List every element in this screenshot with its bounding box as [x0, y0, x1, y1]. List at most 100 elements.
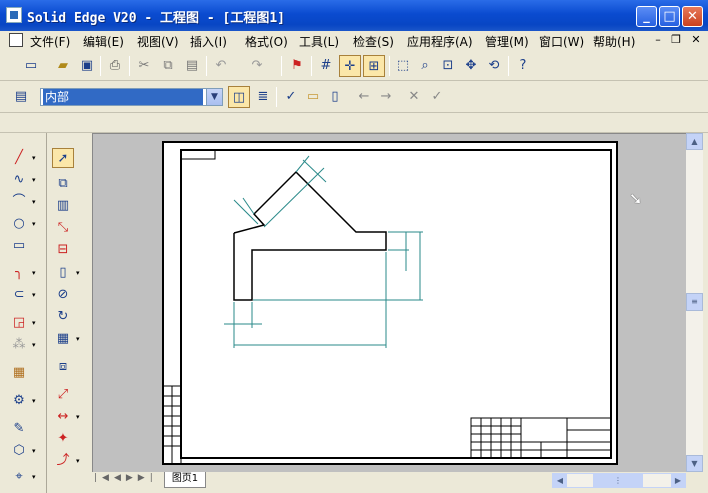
print-icon[interactable]: ⎙ — [104, 55, 126, 77]
curve-icon[interactable]: ∿ — [8, 170, 30, 190]
scroll-right-icon[interactable]: ▶ — [671, 474, 685, 487]
broken-view-icon[interactable]: ▯ — [52, 263, 74, 283]
layer-properties-icon[interactable]: ▤ — [10, 86, 32, 108]
menu-file[interactable]: 文件(F) — [30, 33, 70, 49]
new-file-icon[interactable]: ▭ — [20, 55, 42, 77]
chevron-down-icon[interactable]: ▾ — [32, 263, 38, 283]
chevron-down-icon[interactable]: ▾ — [32, 467, 38, 487]
close-button[interactable]: ✕ — [682, 6, 703, 27]
scroll-up-icon[interactable]: ▲ — [686, 133, 703, 150]
cut-icon[interactable]: ✂ — [133, 55, 155, 77]
pattern-icon[interactable]: ⁂ — [8, 335, 30, 355]
fill-icon[interactable]: ▦ — [8, 363, 30, 383]
accept-icon[interactable]: ✓ — [426, 86, 448, 108]
circle-icon[interactable]: ○ — [8, 214, 30, 234]
menu-manage[interactable]: 管理(M) — [485, 33, 529, 49]
scroll-down-icon[interactable]: ▼ — [686, 455, 703, 472]
doc-minimize-button[interactable]: – — [650, 32, 666, 48]
sheet-nav-arrows-icon[interactable]: |◀◀▶▶| — [94, 473, 160, 487]
line-icon[interactable]: ╱ — [8, 148, 30, 168]
show-layer-icon[interactable]: ▭ — [302, 86, 324, 108]
chevron-down-icon[interactable]: ▾ — [76, 451, 82, 471]
horizontal-scrollbar[interactable]: ◀ ⋮ ▶ — [552, 473, 686, 488]
menu-window[interactable]: 窗口(W) — [539, 33, 584, 49]
rotate-view-icon[interactable]: ↻ — [52, 307, 74, 327]
next-layer-icon[interactable]: → — [375, 86, 397, 108]
fillet-icon[interactable]: ╮ — [8, 263, 30, 283]
grid-icon[interactable]: # — [315, 55, 337, 77]
layer-select[interactable]: 内部 ▼ — [40, 88, 223, 106]
scroll-thumb[interactable]: ⋮ — [593, 474, 643, 487]
menu-format[interactable]: 格式(O) — [245, 33, 288, 49]
drawing-sheet[interactable] — [93, 134, 686, 472]
undo-icon[interactable]: ↶ — [210, 55, 232, 77]
snap-icon[interactable]: ✛ — [339, 55, 361, 77]
offset-icon[interactable]: ◲ — [8, 313, 30, 333]
chevron-down-icon[interactable]: ▾ — [32, 391, 38, 411]
doc-restore-button[interactable]: ❐ — [668, 32, 684, 48]
leader-icon[interactable]: ⤴ — [52, 451, 74, 471]
maximize-button[interactable]: □ — [659, 6, 680, 27]
parts-list-icon[interactable]: ⧈ — [52, 357, 74, 377]
edit-icon[interactable]: ✎ — [8, 419, 30, 439]
table-icon[interactable]: ▦ — [52, 329, 74, 349]
solid-icon[interactable]: ⬡ — [8, 441, 30, 461]
intellisketch-icon[interactable]: ⊞ — [363, 55, 385, 77]
scroll-left-icon[interactable]: ◀ — [553, 474, 567, 487]
chevron-down-icon[interactable]: ▾ — [32, 335, 38, 355]
chevron-down-icon[interactable]: ▾ — [32, 313, 38, 333]
view-wizard-icon[interactable]: ⧉ — [52, 174, 74, 194]
menu-insert[interactable]: 插入(I) — [190, 33, 227, 49]
chevron-down-icon[interactable]: ▾ — [32, 441, 38, 461]
section-view-icon[interactable]: ⊟ — [52, 240, 74, 260]
fit-icon[interactable]: ⊡ — [437, 55, 459, 77]
menu-view[interactable]: 视图(V) — [137, 33, 179, 49]
menu-tools[interactable]: 工具(L) — [299, 33, 339, 49]
previous-layer-icon[interactable]: ← — [353, 86, 375, 108]
chevron-down-icon[interactable]: ▾ — [76, 407, 82, 427]
select-arrow-icon[interactable]: ➚ — [52, 148, 74, 168]
check-layer-icon[interactable]: ✓ — [280, 86, 302, 108]
zoom-icon[interactable]: ⌕ — [414, 55, 436, 77]
smart-dimension-icon[interactable]: ↔ — [52, 407, 74, 427]
scroll-thumb[interactable]: ≡ — [686, 293, 703, 311]
chevron-down-icon[interactable]: ▾ — [32, 192, 38, 212]
flag-icon[interactable]: ⚑ — [286, 55, 308, 77]
principal-view-icon[interactable]: ▥ — [52, 196, 74, 216]
symbol-icon[interactable]: ⚙ — [8, 391, 30, 411]
layer-active-icon[interactable]: ◫ — [228, 86, 250, 108]
doc-close-button[interactable]: ✕ — [688, 32, 704, 48]
menu-help[interactable]: 帮助(H) — [593, 33, 635, 49]
menu-applications[interactable]: 应用程序(A) — [407, 33, 473, 49]
drawing-canvas[interactable]: ➘ — [92, 133, 686, 472]
rectangle-icon[interactable]: ▭ — [8, 236, 30, 256]
vertical-scrollbar[interactable]: ▲ ≡ ▼ — [686, 133, 703, 472]
menu-edit[interactable]: 编辑(E) — [83, 33, 124, 49]
arc-icon[interactable]: ⌒ — [8, 192, 30, 212]
minimize-button[interactable]: _ — [636, 6, 657, 27]
document-icon[interactable] — [9, 33, 23, 47]
solid-edge-app-icon[interactable] — [6, 7, 22, 23]
dimension-icon[interactable]: ⤢ — [52, 385, 74, 405]
hide-layer-icon[interactable]: ▯ — [324, 86, 346, 108]
pan-icon[interactable]: ✥ — [460, 55, 482, 77]
copy-icon[interactable]: ⧉ — [157, 55, 179, 77]
chevron-down-icon[interactable]: ▾ — [32, 214, 38, 234]
chevron-down-icon[interactable]: ▾ — [32, 148, 38, 168]
layer-stack-icon[interactable]: ≣ — [252, 86, 274, 108]
trim-icon[interactable]: ⊂ — [8, 285, 30, 305]
paste-icon[interactable]: ▤ — [181, 55, 203, 77]
zoom-area-icon[interactable]: ⬚ — [392, 55, 414, 77]
auxiliary-view-icon[interactable]: ⤡ — [52, 218, 74, 238]
cancel-icon[interactable]: ✕ — [403, 86, 425, 108]
view-orient-icon[interactable]: ⟲ — [483, 55, 505, 77]
open-folder-icon[interactable]: ▰ — [52, 55, 74, 77]
chevron-down-icon[interactable]: ▼ — [206, 89, 222, 105]
redo-icon[interactable]: ↷ — [246, 55, 268, 77]
chevron-down-icon[interactable]: ▾ — [32, 170, 38, 190]
detail-view-icon[interactable]: ⊘ — [52, 285, 74, 305]
chevron-down-icon[interactable]: ▾ — [76, 329, 82, 349]
annotation-icon[interactable]: ✦ — [52, 429, 74, 449]
save-icon[interactable]: ▣ — [76, 55, 98, 77]
help-pointer-icon[interactable]: ? — [512, 55, 534, 77]
